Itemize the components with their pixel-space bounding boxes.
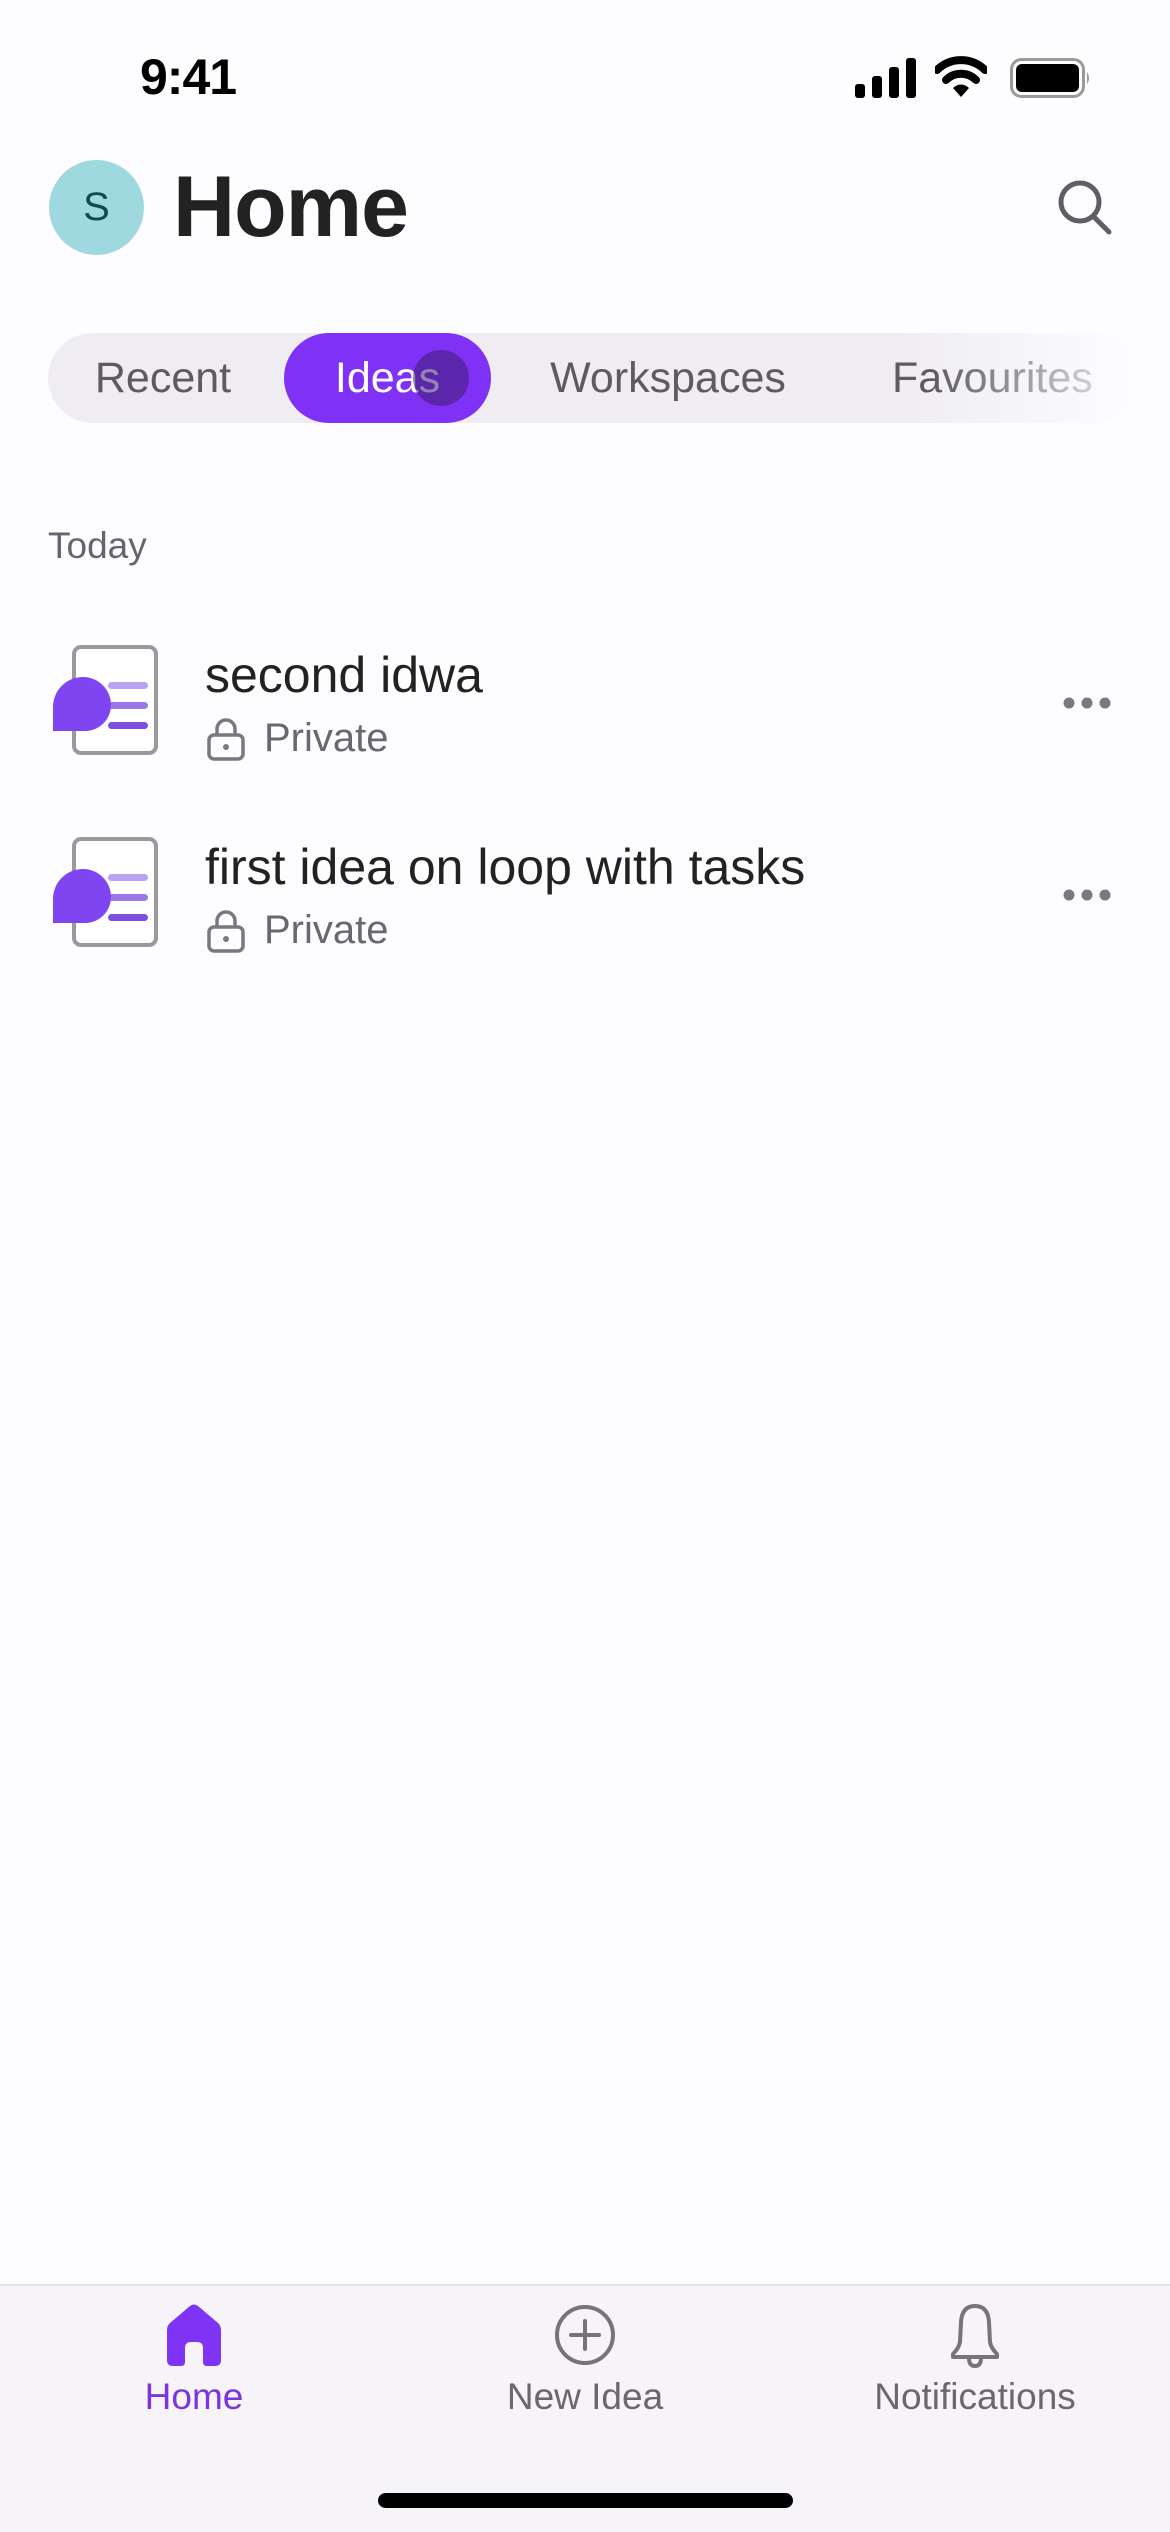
tab-recent-label: Recent <box>94 354 232 402</box>
tab-recent[interactable]: Recent <box>48 333 278 423</box>
status-time: 9:41 <box>140 49 237 105</box>
lock-icon <box>207 718 245 761</box>
item-privacy: Private <box>264 908 389 952</box>
tab-favourites[interactable]: Favourites <box>886 333 1116 423</box>
loop-page-icon <box>53 645 158 755</box>
more-horizontal-icon[interactable] <box>1055 875 1119 915</box>
tab-favourites-label: Favourites <box>892 354 1093 402</box>
home-indicator[interactable] <box>378 2493 793 2508</box>
section-header-today: Today <box>48 525 147 566</box>
tabbar-home[interactable]: Home <box>44 2286 344 2436</box>
cellular-signal-icon <box>855 58 916 98</box>
tab-workspaces-label: Workspaces <box>550 354 786 402</box>
tabbar-home-label: Home <box>144 2376 244 2417</box>
item-privacy: Private <box>264 716 389 760</box>
search-button[interactable] <box>1050 172 1120 242</box>
list-item[interactable]: second idwa Private <box>0 645 1170 785</box>
tabbar-notifications-label: Notifications <box>874 2376 1076 2417</box>
filter-segmented-control: Recent Ideas Workspaces Favourites <box>48 333 1138 423</box>
tabbar-new-idea-label: New Idea <box>506 2376 664 2417</box>
search-icon <box>1058 180 1112 235</box>
battery-icon <box>1010 58 1089 98</box>
avatar[interactable]: S <box>49 160 144 255</box>
plus-circle-icon <box>555 2305 615 2365</box>
lock-icon <box>207 910 245 953</box>
avatar-initial: S <box>83 185 110 229</box>
wifi-icon <box>935 56 987 97</box>
bell-icon <box>951 2304 999 2369</box>
list-item[interactable]: first idea on loop with tasks Private <box>0 837 1170 977</box>
loop-page-icon <box>53 837 158 947</box>
tabbar-notifications[interactable]: Notifications <box>825 2286 1125 2436</box>
home-icon <box>167 2304 221 2366</box>
tabbar-new-idea[interactable]: New Idea <box>435 2286 735 2436</box>
page-title: Home <box>173 159 409 255</box>
tab-ideas[interactable]: Ideas <box>284 333 491 423</box>
tab-workspaces[interactable]: Workspaces <box>518 333 818 423</box>
item-title: second idwa <box>205 647 483 703</box>
touch-indicator <box>413 350 469 406</box>
item-title: first idea on loop with tasks <box>205 839 806 895</box>
more-horizontal-icon[interactable] <box>1055 683 1119 723</box>
